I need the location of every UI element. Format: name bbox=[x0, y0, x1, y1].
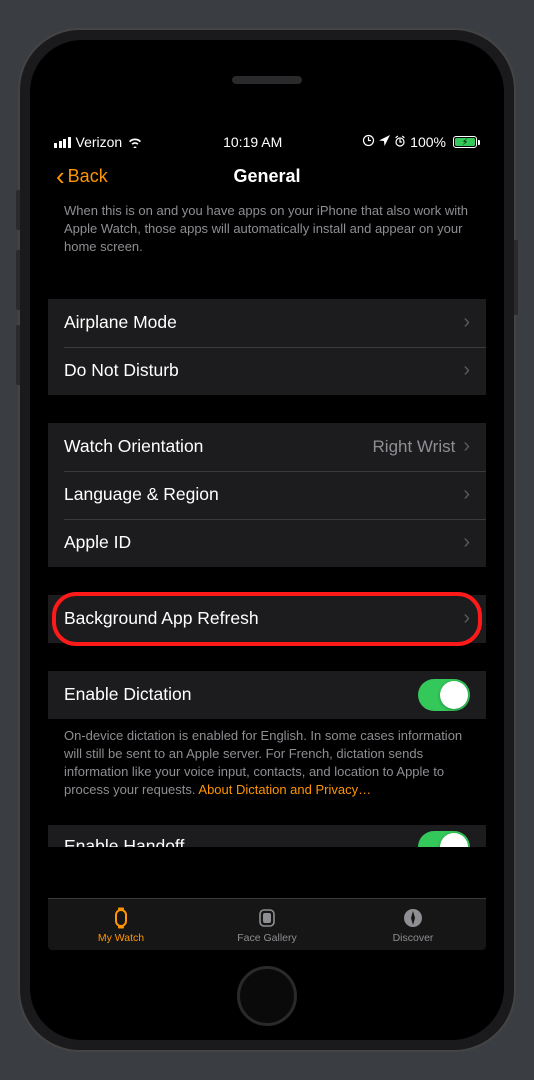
cell-label: Do Not Disturb bbox=[64, 360, 179, 381]
background-app-refresh-cell[interactable]: Background App Refresh › bbox=[48, 595, 486, 643]
tab-label: Face Gallery bbox=[237, 932, 297, 944]
mute-switch bbox=[16, 190, 20, 230]
handoff-toggle[interactable] bbox=[418, 831, 470, 847]
location-icon bbox=[379, 135, 390, 149]
content-scroll[interactable]: When this is on and you have apps on you… bbox=[48, 198, 486, 898]
cell-label: Enable Handoff bbox=[64, 836, 184, 847]
cell-label: Watch Orientation bbox=[64, 436, 203, 457]
tab-my-watch[interactable]: My Watch bbox=[48, 906, 194, 944]
battery-icon: ⚡︎ bbox=[450, 136, 480, 148]
section-footer-text: On-device dictation is enabled for Engli… bbox=[48, 719, 486, 800]
wifi-icon bbox=[127, 136, 143, 148]
cell-label: Background App Refresh bbox=[64, 608, 259, 629]
cell-label: Language & Region bbox=[64, 484, 219, 505]
compass-icon bbox=[402, 906, 424, 930]
enable-handoff-cell[interactable]: Enable Handoff bbox=[48, 825, 486, 847]
signal-icon bbox=[54, 137, 71, 148]
orientation-lock-icon bbox=[362, 134, 375, 150]
tab-label: My Watch bbox=[98, 932, 144, 944]
nav-bar: ‹ Back General bbox=[48, 154, 486, 198]
dictation-privacy-link[interactable]: About Dictation and Privacy… bbox=[198, 782, 371, 797]
chevron-right-icon: › bbox=[463, 359, 470, 382]
tab-label: Discover bbox=[393, 932, 434, 944]
alarm-icon bbox=[394, 135, 406, 150]
apple-id-cell[interactable]: Apple ID › bbox=[48, 519, 486, 567]
chevron-right-icon: › bbox=[463, 311, 470, 334]
cell-value: Right Wrist bbox=[373, 437, 456, 457]
cell-label: Apple ID bbox=[64, 532, 131, 553]
battery-percent: 100% bbox=[410, 134, 446, 150]
screen: Verizon 10:19 AM 100% bbox=[48, 130, 486, 950]
volume-up-button bbox=[16, 250, 20, 310]
chevron-left-icon: ‹ bbox=[56, 163, 65, 189]
watch-icon bbox=[110, 906, 132, 930]
watch-orientation-cell[interactable]: Watch Orientation Right Wrist › bbox=[48, 423, 486, 471]
cell-label: Airplane Mode bbox=[64, 312, 177, 333]
settings-group: Enable Dictation bbox=[48, 671, 486, 719]
page-title: General bbox=[233, 166, 300, 187]
cell-label: Enable Dictation bbox=[64, 684, 191, 705]
tab-face-gallery[interactable]: Face Gallery bbox=[194, 906, 340, 944]
settings-group: Watch Orientation Right Wrist › Language… bbox=[48, 423, 486, 567]
enable-dictation-cell: Enable Dictation bbox=[48, 671, 486, 719]
tab-discover[interactable]: Discover bbox=[340, 906, 486, 944]
dictation-toggle[interactable] bbox=[418, 679, 470, 711]
chevron-right-icon: › bbox=[463, 435, 470, 458]
back-label: Back bbox=[68, 166, 108, 187]
home-button[interactable] bbox=[237, 966, 297, 1026]
airplane-mode-cell[interactable]: Airplane Mode › bbox=[48, 299, 486, 347]
language-region-cell[interactable]: Language & Region › bbox=[48, 471, 486, 519]
settings-group: Background App Refresh › bbox=[48, 595, 486, 643]
volume-down-button bbox=[16, 325, 20, 385]
status-bar: Verizon 10:19 AM 100% bbox=[48, 130, 486, 154]
back-button[interactable]: ‹ Back bbox=[56, 163, 108, 189]
do-not-disturb-cell[interactable]: Do Not Disturb › bbox=[48, 347, 486, 395]
face-gallery-icon bbox=[256, 906, 278, 930]
carrier-label: Verizon bbox=[76, 134, 123, 150]
chevron-right-icon: › bbox=[463, 531, 470, 554]
chevron-right-icon: › bbox=[463, 607, 470, 630]
clock: 10:19 AM bbox=[223, 134, 282, 150]
chevron-right-icon: › bbox=[463, 483, 470, 506]
settings-group: Airplane Mode › Do Not Disturb › bbox=[48, 299, 486, 395]
power-button bbox=[514, 240, 518, 315]
phone-frame: Verizon 10:19 AM 100% bbox=[20, 30, 514, 1050]
section-footer-text: When this is on and you have apps on you… bbox=[48, 198, 486, 271]
tab-bar: My Watch Face Gallery Discover bbox=[48, 898, 486, 950]
speaker-grille bbox=[232, 76, 302, 84]
